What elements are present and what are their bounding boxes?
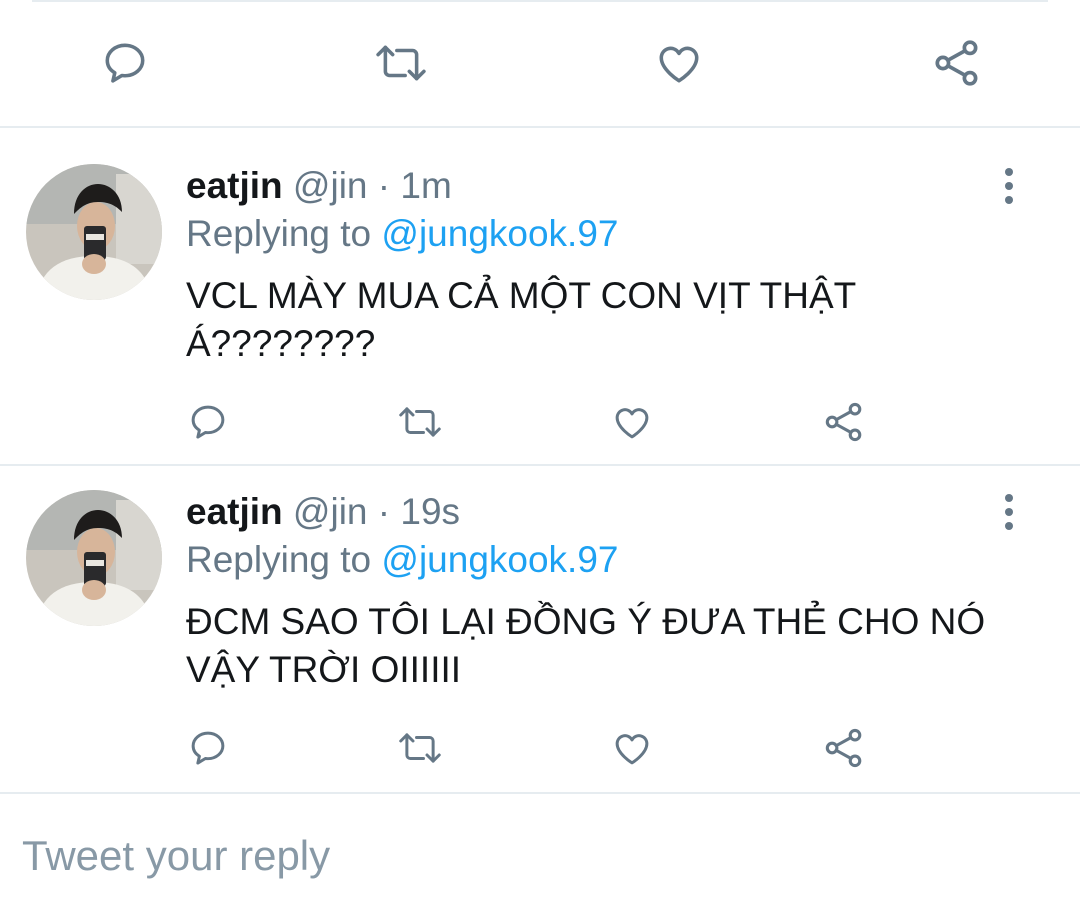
handle[interactable]: @jin	[293, 165, 368, 206]
reply-icon[interactable]	[98, 36, 152, 90]
tweet-thread-page: eatjin @jin · 1m Replying to @jungkook.9…	[0, 0, 1080, 918]
retweet-icon[interactable]	[394, 400, 446, 444]
display-name[interactable]: eatjin	[186, 165, 283, 206]
share-icon[interactable]	[930, 36, 984, 90]
tweet-header: eatjin @jin · 19s	[186, 490, 460, 534]
separator-dot: ·	[377, 165, 391, 206]
share-icon[interactable]	[822, 400, 866, 444]
timestamp[interactable]: 1m	[400, 165, 451, 206]
display-name[interactable]: eatjin	[186, 491, 283, 532]
replying-to-line: Replying to @jungkook.97	[186, 212, 619, 256]
tweet-text: ĐCM SAO TÔI LẠI ĐỒNG Ý ĐƯA THẺ CHO NÓ VẬ…	[186, 601, 986, 690]
handle[interactable]: @jin	[293, 491, 368, 532]
divider	[0, 126, 1080, 128]
reply-input[interactable]	[22, 828, 1052, 884]
like-icon[interactable]	[610, 726, 654, 770]
avatar[interactable]	[26, 490, 162, 626]
replying-to-mention[interactable]: @jungkook.97	[381, 539, 618, 580]
replying-to-label: Replying to	[186, 213, 372, 254]
top-divider	[32, 0, 1048, 2]
retweet-icon[interactable]	[394, 726, 446, 770]
divider	[0, 464, 1080, 466]
replying-to-mention[interactable]: @jungkook.97	[381, 213, 618, 254]
reply-icon[interactable]	[186, 726, 230, 770]
avatar[interactable]	[26, 164, 162, 300]
replying-to-label: Replying to	[186, 539, 372, 580]
more-options-icon[interactable]	[994, 164, 1024, 208]
like-icon[interactable]	[610, 400, 654, 444]
separator-dot: ·	[377, 491, 391, 532]
more-options-icon[interactable]	[994, 490, 1024, 534]
like-icon[interactable]	[652, 36, 706, 90]
tweet-header: eatjin @jin · 1m	[186, 164, 452, 208]
retweet-icon[interactable]	[370, 36, 432, 90]
share-icon[interactable]	[822, 726, 866, 770]
reply-icon[interactable]	[186, 400, 230, 444]
replying-to-line: Replying to @jungkook.97	[186, 538, 619, 582]
tweet-text: VCL MÀY MUA CẢ MỘT CON VỊT THẬT Á???????…	[186, 275, 856, 364]
timestamp[interactable]: 19s	[400, 491, 460, 532]
